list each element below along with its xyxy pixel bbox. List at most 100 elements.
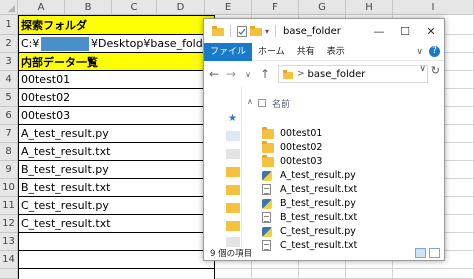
refresh-icon[interactable]: ↻	[431, 64, 440, 77]
list-item[interactable]: 00test03	[18, 107, 215, 125]
file-row[interactable]: A_test_result.py	[262, 169, 356, 182]
close-button[interactable]: ✕	[418, 19, 444, 43]
forward-arrow-icon[interactable]: →	[224, 67, 238, 81]
address-box[interactable]: > base_folder	[278, 65, 428, 83]
row-header-7[interactable]: 7	[0, 125, 18, 143]
row-header-10[interactable]: 10	[0, 179, 18, 197]
column-header-f[interactable]: F	[252, 0, 299, 15]
folder-path-cell[interactable]: C:¥ ¥Desktop¥base_folder	[18, 35, 215, 53]
row-header-2[interactable]: 2	[0, 35, 18, 53]
row-header-14[interactable]: 14	[0, 251, 18, 269]
row-header-5[interactable]: 5	[0, 89, 18, 107]
grid-cell[interactable]	[252, 269, 299, 279]
help-icon[interactable]: ?	[429, 46, 440, 57]
file-name: 00test02	[280, 142, 323, 153]
grid-cell[interactable]	[299, 269, 346, 279]
expand-ribbon-chevron-icon[interactable]: ∨	[416, 47, 423, 57]
search-folder-label-cell[interactable]: 探索フォルダ	[18, 15, 215, 35]
row-header-1[interactable]: 1	[0, 15, 18, 35]
navigation-pane[interactable]: ★	[204, 87, 242, 247]
list-item[interactable]: B_test_result.py	[18, 161, 215, 179]
file-row[interactable]: C_test_result.py	[262, 225, 356, 238]
tab-share[interactable]: 共有	[291, 43, 321, 61]
text-file-icon	[262, 184, 271, 195]
quick-access-star-icon[interactable]: ★	[228, 113, 237, 124]
name-column-header[interactable]: 名前	[244, 95, 444, 111]
search-folder-label: 探索フォルダ	[21, 19, 87, 32]
list-item[interactable]: 00test01	[18, 71, 215, 89]
large-icons-view-icon[interactable]	[429, 248, 440, 258]
tab-view[interactable]: 表示	[321, 43, 351, 61]
ribbon-tabs: ファイル ホーム 共有 表示 ∨ ?	[204, 42, 444, 61]
title-bar[interactable]: ▾ base_folder — ☐ ✕	[204, 19, 444, 43]
properties-check-icon[interactable]	[237, 25, 247, 37]
nav-folder-icon[interactable]	[226, 221, 240, 231]
list-item[interactable]: C_test_result.py	[18, 197, 215, 215]
customize-toolbar-icon[interactable]: ▾	[265, 27, 269, 36]
up-arrow-icon[interactable]: ↑	[258, 67, 272, 81]
select-all-checkbox[interactable]	[258, 99, 266, 107]
column-header-g[interactable]: G	[299, 0, 346, 15]
recent-locations-chevron-icon[interactable]: ∨	[241, 70, 255, 79]
column-header-b[interactable]: B	[65, 0, 112, 15]
breadcrumb-current-folder[interactable]: base_folder	[308, 69, 366, 80]
row-header-12[interactable]: 12	[0, 215, 18, 233]
list-item[interactable]: C_test_result.txt	[18, 215, 215, 233]
row-header-11[interactable]: 11	[0, 197, 18, 215]
folder-path-suffix: ¥Desktop¥base_folder	[90, 37, 214, 50]
row-header-13[interactable]: 13	[0, 233, 18, 251]
empty-table-row[interactable]	[18, 251, 215, 269]
internal-data-list-header-cell[interactable]: 内部データ一覧	[18, 53, 215, 71]
list-item[interactable]: A_test_result.py	[18, 125, 215, 143]
file-row[interactable]: 00test03	[262, 154, 322, 168]
row-header-15[interactable]	[0, 269, 18, 279]
row-header-6[interactable]: 6	[0, 107, 18, 125]
title-separator	[230, 25, 231, 37]
details-view-icon[interactable]	[415, 248, 426, 258]
file-name: B_test_result.txt	[280, 212, 358, 223]
file-row[interactable]: 00test01	[262, 126, 322, 140]
nav-item-downloads[interactable]	[226, 149, 240, 159]
nav-folder-icon[interactable]	[226, 203, 240, 213]
row-header-4[interactable]: 4	[0, 71, 18, 89]
list-item[interactable]: 00test02	[18, 89, 215, 107]
column-header-i[interactable]: I	[393, 0, 474, 15]
nav-folder-icon[interactable]	[226, 167, 240, 177]
file-row[interactable]: B_test_result.py	[262, 197, 356, 210]
empty-table-row[interactable]	[18, 269, 215, 279]
grid-cell[interactable]	[393, 269, 474, 279]
nav-item-desktop[interactable]	[226, 131, 240, 141]
tab-file[interactable]: ファイル	[204, 42, 253, 61]
new-folder-icon[interactable]	[250, 26, 262, 36]
minimize-button[interactable]: —	[366, 19, 392, 43]
address-dropdown-icon[interactable]: ∨	[419, 64, 426, 74]
maximize-button[interactable]: ☐	[392, 19, 418, 43]
row-header-8[interactable]: 8	[0, 143, 18, 161]
list-item-text: C_test_result.txt	[21, 217, 111, 230]
column-header-c[interactable]: C	[112, 0, 157, 15]
grid-cell[interactable]	[346, 269, 393, 279]
tab-home[interactable]: ホーム	[252, 43, 291, 61]
folder-icon	[262, 154, 274, 167]
empty-table-row[interactable]	[18, 233, 215, 251]
file-row[interactable]: 00test02	[262, 140, 323, 154]
nav-folder-icon[interactable]	[226, 185, 240, 195]
breadcrumb-separator-icon[interactable]: >	[297, 69, 305, 79]
file-row[interactable]: A_test_result.txt	[262, 183, 357, 196]
select-all-corner[interactable]	[0, 0, 18, 15]
file-explorer-window[interactable]: ▾ base_folder — ☐ ✕ ファイル ホーム 共有 表示 ∨ ? ←…	[203, 18, 445, 261]
file-list[interactable]: ∧ 名前 00test01 00test02 00test03 A_test_r…	[244, 87, 444, 251]
column-header-h[interactable]: H	[346, 0, 393, 15]
column-header-e[interactable]: E	[205, 0, 252, 15]
list-item[interactable]: A_test_result.txt	[18, 143, 215, 161]
row-header-3[interactable]: 3	[0, 53, 18, 71]
item-count-text: 9 個の項目	[210, 248, 253, 259]
column-header-a[interactable]: A	[18, 0, 65, 15]
list-item[interactable]: B_test_result.txt	[18, 179, 215, 197]
text-file-icon	[262, 212, 271, 223]
name-column-label: 名前	[272, 99, 291, 110]
file-row[interactable]: B_test_result.txt	[262, 211, 357, 224]
column-header-d[interactable]: D	[157, 0, 205, 15]
row-header-9[interactable]: 9	[0, 161, 18, 179]
back-arrow-icon[interactable]: ←	[207, 67, 221, 81]
